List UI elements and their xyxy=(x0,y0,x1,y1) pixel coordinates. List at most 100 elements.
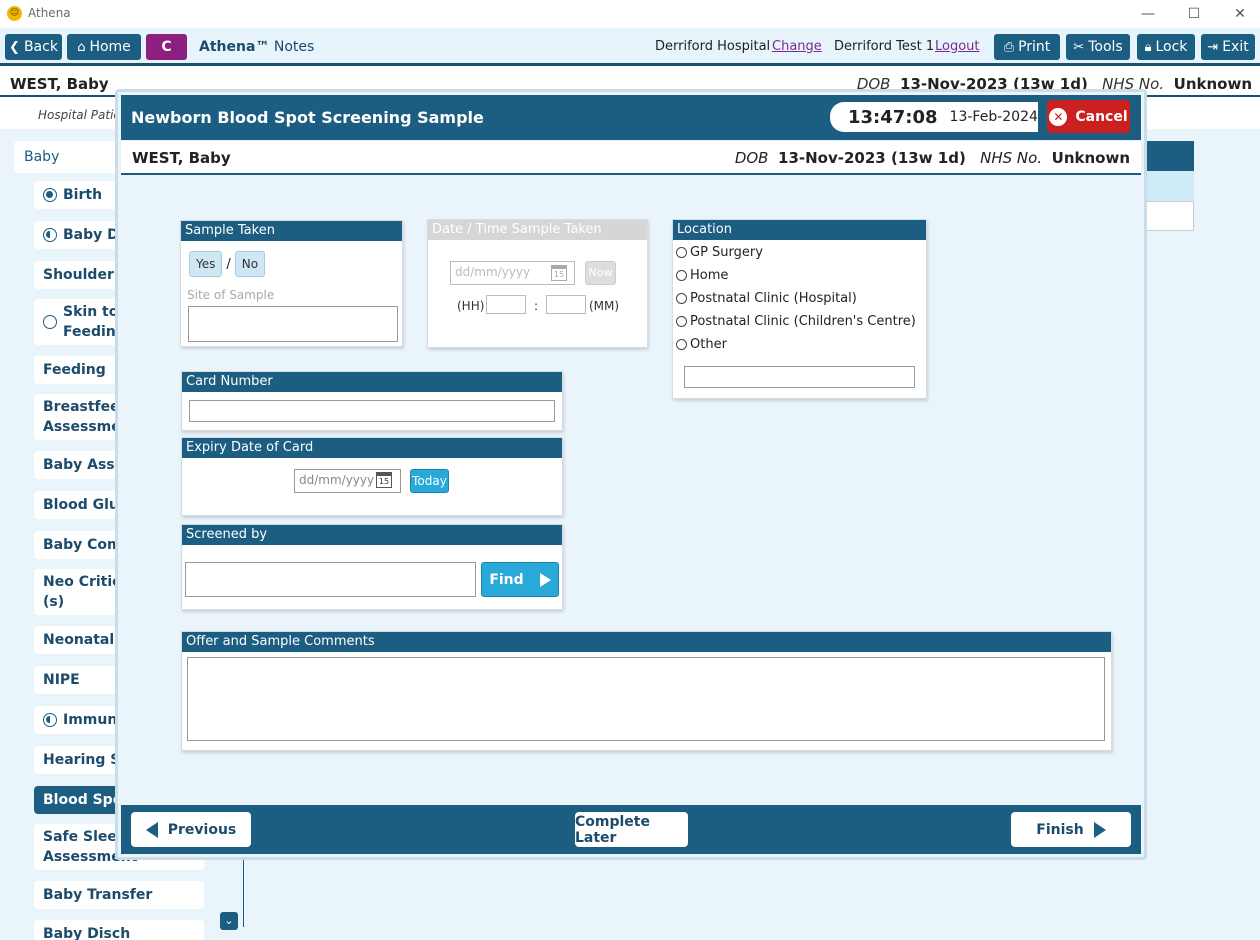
previous-button[interactable]: Previous xyxy=(131,812,251,847)
app-logo-icon: ☺ xyxy=(7,6,22,21)
card-number-input[interactable] xyxy=(189,400,555,422)
hour-input[interactable] xyxy=(486,295,526,314)
lock-button[interactable]: 🔒︎ Lock xyxy=(1137,34,1195,60)
back-button[interactable]: ❮ Back xyxy=(5,34,62,60)
background-table-row xyxy=(1140,201,1194,231)
dob-value: 13-Nov-2023 (13w 1d) xyxy=(778,149,966,167)
app-toolbar: ❮ Back ⌂ Home C Athena™ Notes Derriford Ho… xyxy=(0,28,1260,66)
arrow-left-icon xyxy=(145,821,158,838)
site-of-sample-input[interactable] xyxy=(188,306,398,342)
printer-icon: ⎙ xyxy=(1003,39,1015,55)
empty-radio-icon xyxy=(43,315,57,329)
radio-icon xyxy=(676,339,687,350)
screened-by-title: Screened by xyxy=(182,525,562,545)
find-button[interactable]: Find xyxy=(481,562,559,597)
finish-button[interactable]: Finish xyxy=(1011,812,1131,847)
exit-button[interactable]: ⇥ Exit xyxy=(1201,34,1255,60)
subbar-text: Hospital Patie xyxy=(38,108,121,122)
home-icon: ⌂ xyxy=(77,39,86,55)
dob-label: DOB xyxy=(734,149,769,167)
location-option-postnatal-childrens[interactable]: Postnatal Clinic (Children's Centre) xyxy=(676,314,916,329)
back-label: Back xyxy=(23,39,58,55)
minimize-icon[interactable]: — xyxy=(1138,4,1158,24)
complete-later-button[interactable]: Complete Later xyxy=(575,812,688,847)
modal-title: Newborn Blood Spot Screening Sample xyxy=(131,108,484,127)
window-title: Athena xyxy=(28,6,71,20)
location-option-label: Postnatal Clinic (Hospital) xyxy=(690,291,857,306)
sidebar-item-label: Baby Transfer xyxy=(43,887,153,903)
comments-textarea[interactable] xyxy=(187,657,1105,741)
chevron-left-icon: ❮ xyxy=(9,39,20,55)
expiry-title: Expiry Date of Card xyxy=(182,438,562,458)
minute-label: (MM) xyxy=(589,299,620,313)
location-option-label: Other xyxy=(690,337,727,352)
nhs-value: Unknown xyxy=(1051,149,1130,167)
radio-icon xyxy=(676,247,687,258)
nhs-label: NHS No. xyxy=(980,149,1043,167)
tools-button[interactable]: ✂ Tools xyxy=(1066,34,1130,60)
sidebar-item-baby-discharge[interactable]: Baby Disch xyxy=(34,920,204,940)
calendar-icon[interactable]: 15 xyxy=(551,265,567,281)
toggle-separator: / xyxy=(226,256,231,272)
arrow-right-icon xyxy=(1093,821,1106,838)
location-option-gp[interactable]: GP Surgery xyxy=(676,245,763,260)
print-label: Print xyxy=(1018,39,1051,55)
site-of-sample-label: Site of Sample xyxy=(187,288,275,302)
find-label: Find xyxy=(489,571,524,588)
timeline-line xyxy=(243,857,244,927)
calendar-icon[interactable]: 15 xyxy=(376,472,392,488)
location-option-home[interactable]: Home xyxy=(676,268,728,283)
patient-name: WEST, Baby xyxy=(10,75,109,93)
location-title: Location xyxy=(673,220,926,240)
c-badge-button[interactable]: C xyxy=(146,34,187,60)
location-option-label: Home xyxy=(690,268,729,283)
hospital-name: Derriford Hospital xyxy=(655,39,771,54)
sidebar-item-baby-transfer[interactable]: Baby Transfer xyxy=(34,881,204,909)
logout-link[interactable]: Logout xyxy=(935,39,980,54)
radio-icon xyxy=(676,270,687,281)
print-button[interactable]: ⎙ Print xyxy=(994,34,1060,60)
sidebar-item-label: Baby Disch xyxy=(43,926,131,940)
radio-icon xyxy=(676,293,687,304)
date-time-title: Date / Time Sample Taken xyxy=(428,220,647,240)
maximize-icon[interactable]: ☐ xyxy=(1184,4,1204,24)
today-button[interactable]: Today xyxy=(410,469,449,493)
now-button[interactable]: Now xyxy=(585,261,616,285)
yes-button[interactable]: Yes xyxy=(189,251,223,277)
location-other-input[interactable] xyxy=(684,366,915,388)
modal-patient-identifiers: DOB 13-Nov-2023 (13w 1d) NHS No. Unknown xyxy=(735,149,1130,167)
change-hospital-link[interactable]: Change xyxy=(772,39,822,54)
close-window-icon[interactable]: ✕ xyxy=(1230,4,1250,24)
partial-radio-icon xyxy=(43,228,57,242)
modal-patient-name: WEST, Baby xyxy=(132,149,231,167)
radio-icon xyxy=(676,316,687,327)
tools-label: Tools xyxy=(1088,39,1123,55)
lock-label: Lock xyxy=(1155,39,1188,55)
card-number-title: Card Number xyxy=(182,372,562,392)
screened-by-input[interactable] xyxy=(185,562,476,597)
finish-label: Finish xyxy=(1036,821,1084,838)
exit-label: Exit xyxy=(1222,39,1249,55)
no-button[interactable]: No xyxy=(234,251,266,277)
clock-date: 13-Feb-2024 xyxy=(949,109,1038,125)
previous-label: Previous xyxy=(167,821,237,838)
complete-radio-icon xyxy=(43,188,57,202)
home-button[interactable]: ⌂ Home xyxy=(67,34,141,60)
sidebar-item-label: NIPE xyxy=(43,672,80,688)
sample-taken-toggle: Yes / No xyxy=(189,251,266,277)
location-option-label: GP Surgery xyxy=(690,245,763,260)
play-arrow-icon xyxy=(539,572,551,587)
comments-title: Offer and Sample Comments xyxy=(182,632,1111,652)
clock-time: 13:47:08 xyxy=(848,106,938,128)
cancel-label: Cancel xyxy=(1075,108,1128,125)
sidebar-item-label: Feeding xyxy=(43,362,106,378)
location-option-other[interactable]: Other xyxy=(676,337,727,352)
scroll-down-icon[interactable]: ⌄ xyxy=(220,912,238,930)
brand-name: Athena™ xyxy=(199,39,270,55)
location-option-postnatal-hospital[interactable]: Postnatal Clinic (Hospital) xyxy=(676,291,857,306)
close-circle-icon: ✕ xyxy=(1049,107,1068,126)
cancel-button[interactable]: ✕ Cancel xyxy=(1047,100,1130,133)
minute-input[interactable] xyxy=(546,295,586,314)
location-option-label: Postnatal Clinic (Children's Centre) xyxy=(690,314,916,329)
tools-icon: ✂ xyxy=(1073,39,1085,55)
